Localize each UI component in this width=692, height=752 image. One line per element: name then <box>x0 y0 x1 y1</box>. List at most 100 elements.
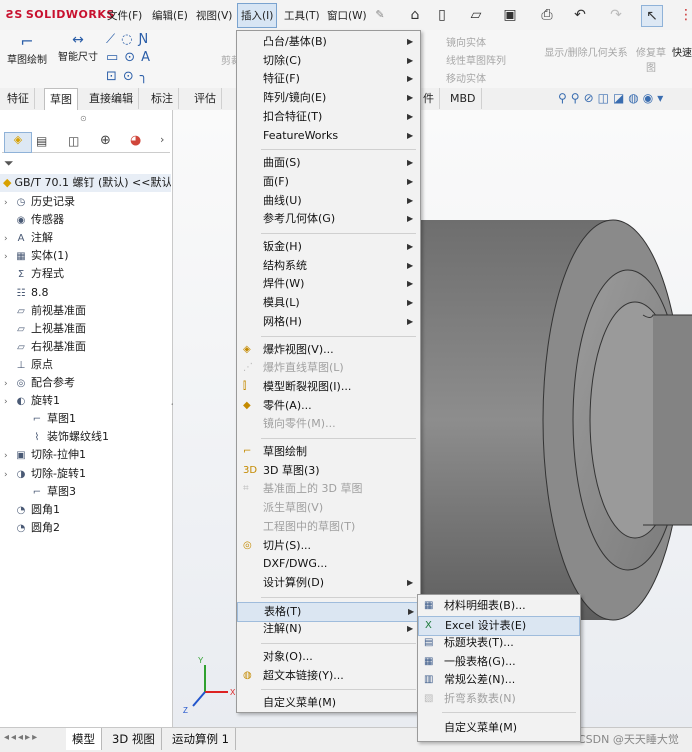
insert-menu-item[interactable]: 参考几何体(G) ▶ <box>237 210 418 228</box>
panel-grip-icon[interactable]: ⊙ <box>80 114 87 123</box>
tree-item[interactable]: ⌐ 草图1 <box>20 410 76 428</box>
insert-menu-item[interactable]: ◆ 零件(A)... <box>237 397 418 415</box>
tree-item[interactable]: ⌇ 装饰螺纹线1 <box>20 428 109 446</box>
home-icon[interactable]: ⌂ <box>405 5 425 25</box>
linear-pattern-button[interactable]: 线性草图阵列 <box>446 52 506 67</box>
table-menu-item[interactable]: ▦ 一般表格(G)... <box>418 653 578 671</box>
tree-item[interactable]: ◉ 传感器 <box>4 211 64 229</box>
insert-menu-item[interactable]: 网格(H) ▶ <box>237 313 418 331</box>
tab-3d-view[interactable]: 3D 视图 <box>106 728 162 750</box>
menu-insert[interactable]: 插入(I) <box>237 3 278 28</box>
insert-menu-item[interactable]: 曲面(S) ▶ <box>237 154 418 172</box>
tab-direct-edit[interactable]: 直接编辑 <box>84 88 139 109</box>
tree-item[interactable]: › ◑ 切除-旋转1 <box>4 465 86 483</box>
insert-menu-item[interactable]: ◍ 超文本链接(Y)... <box>237 667 418 685</box>
insert-menu-item[interactable]: FeatureWorks ▶ <box>237 127 418 145</box>
solidworks-logo[interactable]: ƧS SOLIDWORKS <box>6 8 115 21</box>
expand-toggle-icon[interactable]: › <box>4 393 14 411</box>
insert-menu-item[interactable]: 特征(F) ▶ <box>237 70 418 88</box>
expand-toggle-icon[interactable]: › <box>4 230 14 248</box>
insert-menu-item[interactable]: 注解(N) ▶ <box>237 620 418 638</box>
table-menu-item[interactable]: ▤ 标题块表(T)... <box>418 634 578 652</box>
tree-item[interactable]: ▱ 前视基准面 <box>4 302 86 320</box>
tab-model[interactable]: 模型 <box>66 728 102 750</box>
insert-menu-item[interactable]: 结构系统 ▶ <box>237 257 418 275</box>
traffic-light-icon[interactable]: ⋮ <box>676 5 692 25</box>
tab-markup[interactable]: 标注 <box>146 88 179 109</box>
tree-item[interactable]: › ◐ 旋转1 <box>4 392 60 410</box>
tree-item[interactable]: ▱ 上视基准面 <box>4 320 86 338</box>
move-entities-button[interactable]: 移动实体 <box>446 70 486 85</box>
tab-scroll-buttons[interactable]: ◂◂◂▸▸ <box>4 732 39 743</box>
repair-sketch-button[interactable]: 修复草图 <box>634 44 668 74</box>
heads-up-view-toolbar[interactable]: ⚲⚲⊘◫◪◍◉▾ <box>558 91 667 105</box>
line-tools-row-1[interactable]: ⟋◌Ɲ <box>106 32 154 47</box>
line-tools-row-3[interactable]: ⊡⊙╮ <box>106 69 154 84</box>
dimxpert-icon[interactable]: ⊕ <box>100 133 111 148</box>
insert-menu-item[interactable]: DXF/DWG... <box>237 555 418 573</box>
menu-tools[interactable]: 工具(T) <box>284 8 320 23</box>
menu-view[interactable]: 视图(V) <box>196 8 232 23</box>
line-tools-row-2[interactable]: ▭⊙A <box>106 50 156 65</box>
insert-menu-item[interactable]: 扣合特征(T) ▶ <box>237 108 418 126</box>
tree-item[interactable]: ◔ 圆角2 <box>4 519 60 537</box>
table-menu-customize[interactable]: 自定义菜单(M) <box>418 719 578 737</box>
feature-tree-tab-icon[interactable]: ◈ <box>4 132 32 153</box>
expand-toggle-icon[interactable]: › <box>4 466 14 484</box>
insert-menu-item[interactable]: ⫿ 模型断裂视图(I)... <box>237 378 418 396</box>
insert-menu-item[interactable]: ◈ 爆炸视图(V)... <box>237 341 418 359</box>
undo-icon[interactable]: ↶ <box>570 5 590 25</box>
mirror-entities-button[interactable]: 镜向实体 <box>446 34 486 49</box>
tab-sketch[interactable]: 草图 <box>44 88 78 110</box>
print-icon[interactable]: ⎙ <box>537 5 557 25</box>
tab-addins[interactable]: 件 <box>418 88 440 109</box>
menu-window[interactable]: 窗口(W) <box>327 8 367 23</box>
table-menu-item[interactable]: ▥ 常规公差(N)... <box>418 671 578 689</box>
tree-item[interactable]: › A 注解 <box>4 229 53 247</box>
property-manager-icon[interactable]: ▤ <box>36 134 47 148</box>
insert-menu-item[interactable]: 焊件(W) ▶ <box>237 275 418 293</box>
expand-toggle-icon[interactable]: › <box>4 248 14 266</box>
tab-evaluate[interactable]: 评估 <box>189 88 222 109</box>
insert-menu-item[interactable]: 钣金(H) ▶ <box>237 238 418 256</box>
tab-features[interactable]: 特征 <box>2 88 35 109</box>
filter-icon[interactable]: ⏷ <box>4 156 14 171</box>
panel-next-icon[interactable]: › <box>160 133 164 146</box>
tree-item[interactable]: Σ 方程式 <box>4 265 64 283</box>
insert-menu-item[interactable]: 切除(C) ▶ <box>237 52 418 70</box>
insert-menu-item[interactable]: 3D 3D 草图(3) <box>237 462 418 480</box>
save-icon[interactable]: ▣ <box>500 5 520 25</box>
tree-root[interactable]: ◆ GB/T 70.1 螺钉 (默认) <<默认 <box>0 174 171 192</box>
display-manager-icon[interactable]: ◕ <box>130 133 141 148</box>
tab-mbd[interactable]: MBD <box>445 88 482 109</box>
insert-menu-item[interactable]: 阵列/镜向(E) ▶ <box>237 89 418 107</box>
redo-icon[interactable]: ↷ <box>606 5 626 25</box>
insert-menu-item[interactable]: 曲线(U) ▶ <box>237 192 418 210</box>
sketch-button[interactable]: ⌐ 草图绘制 <box>6 32 48 66</box>
menu-file[interactable]: 文件(F) <box>107 8 142 23</box>
insert-menu-item[interactable]: 模具(L) ▶ <box>237 294 418 312</box>
insert-menu-item[interactable]: 设计算例(D) ▶ <box>237 574 418 592</box>
tab-motion-study[interactable]: 运动算例 1 <box>166 728 236 750</box>
show-relations-button[interactable]: 显示/删除几何关系 <box>540 44 632 59</box>
insert-menu-item[interactable]: ◎ 切片(S)... <box>237 537 418 555</box>
table-menu-item[interactable]: ▦ 材料明细表(B)... <box>418 597 578 615</box>
insert-menu-item[interactable]: 自定义菜单(M) <box>237 694 418 712</box>
pin-icon[interactable]: ✎ <box>370 5 390 25</box>
insert-menu-item[interactable]: 面(F) ▶ <box>237 173 418 191</box>
configuration-manager-icon[interactable]: ◫ <box>68 134 79 148</box>
open-folder-icon[interactable]: ▱ <box>466 5 486 25</box>
tree-item[interactable]: › ◷ 历史记录 <box>4 193 75 211</box>
tree-item[interactable]: ⌐ 草图3 <box>20 483 76 501</box>
insert-menu-item[interactable]: ⌐ 草图绘制 <box>237 443 418 461</box>
table-menu-item[interactable]: X Excel 设计表(E) <box>418 615 580 636</box>
tree-item[interactable]: › ▦ 实体(1) <box>4 247 69 265</box>
insert-menu-item[interactable]: 凸台/基体(B) ▶ <box>237 33 418 51</box>
tree-item[interactable]: ☷ 8.8 <box>4 284 49 302</box>
tree-item[interactable]: › ▣ 切除-拉伸1 <box>4 446 86 464</box>
expand-toggle-icon[interactable]: › <box>4 375 14 393</box>
new-document-icon[interactable]: ▯ <box>432 5 452 25</box>
expand-toggle-icon[interactable]: › <box>4 194 14 212</box>
tree-item[interactable]: ⊥ 原点 <box>4 356 53 374</box>
insert-menu-item[interactable]: 对象(O)... <box>237 648 418 666</box>
